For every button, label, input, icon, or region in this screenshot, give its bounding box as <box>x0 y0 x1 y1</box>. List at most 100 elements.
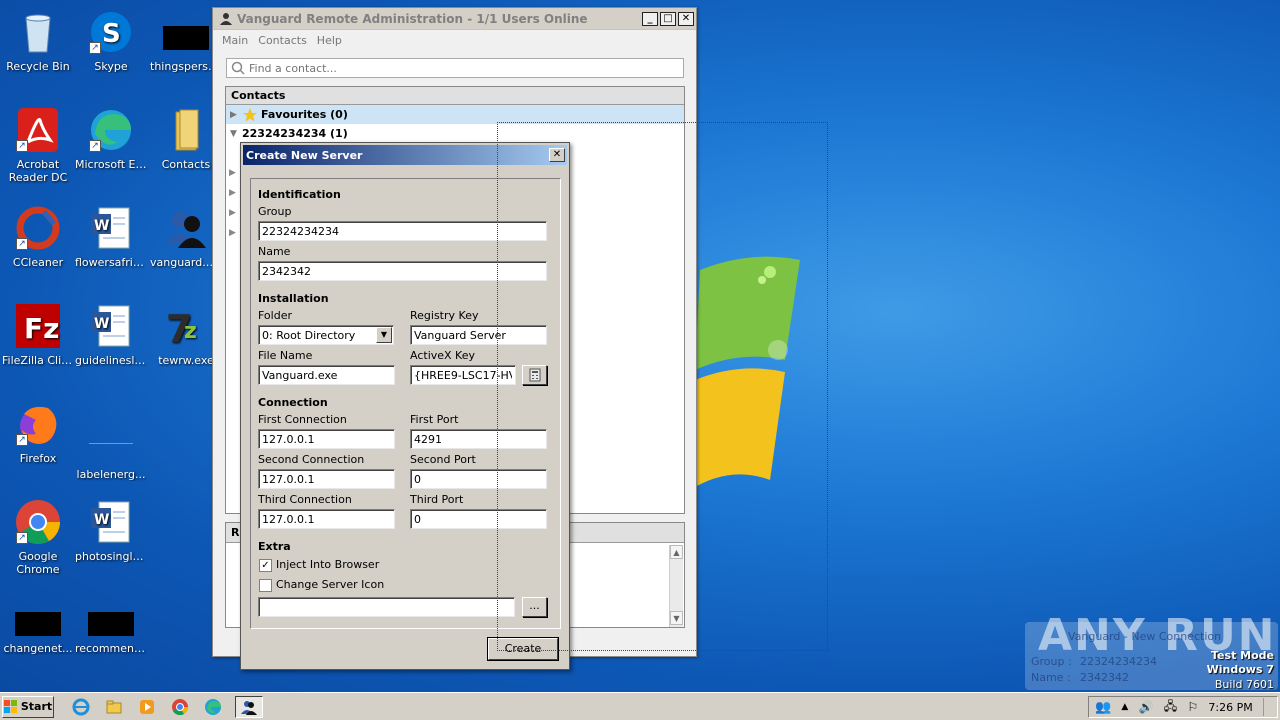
svg-text:Fz: Fz <box>24 312 59 345</box>
connection-section-title: Connection <box>258 396 328 409</box>
contact-search-box[interactable] <box>226 58 684 78</box>
black-file-icon <box>88 612 134 636</box>
os-label: Windows 7 <box>1206 663 1274 676</box>
word-doc-icon: W <box>91 305 130 347</box>
dropdown-arrow-icon[interactable]: ▼ <box>376 327 392 343</box>
desktop-icon-filezilla[interactable]: Fz FileZilla Client <box>0 302 76 367</box>
action-center-flag-icon[interactable]: ⚐ <box>1187 700 1198 714</box>
desktop-icon-label: Acrobat Reader DC <box>8 158 68 184</box>
desktop-icon-label: CCleaner <box>12 256 64 269</box>
third-connection-label: Third Connection <box>258 493 352 506</box>
watermark-name-key: Name : <box>1031 671 1071 684</box>
desktop-icon-label: guidelineslet... <box>75 354 149 367</box>
clock[interactable]: 7:26 PM <box>1208 701 1252 714</box>
start-button[interactable]: Start <box>2 695 54 718</box>
desktop-icon-label: Recycle Bin <box>6 60 70 73</box>
folder-select-value: 0: Root Directory <box>262 328 356 342</box>
activex-key-label: ActiveX Key <box>410 349 476 362</box>
desktop-icon-label: labelenerg... <box>76 468 146 481</box>
users-icon <box>220 12 232 25</box>
inject-browser-label[interactable]: Inject Into Browser <box>276 558 379 571</box>
window-drag-outline <box>497 122 828 651</box>
filezilla-icon: Fz <box>16 304 60 348</box>
desktop-icon-label: flowersafric... <box>75 256 149 269</box>
7zip-icon: 7z <box>166 307 197 351</box>
chevron-right-icon[interactable]: ▶ <box>229 228 239 248</box>
desktop-icon-edge[interactable]: ↗ Microsoft Edge <box>73 106 149 171</box>
desktop-icon-label: changenet... <box>3 642 73 655</box>
identification-section-title: Identification <box>258 188 341 201</box>
volume-icon[interactable]: 🔊 <box>1139 700 1154 714</box>
media-player-icon <box>140 699 154 714</box>
taskbar-ie[interactable] <box>70 696 92 718</box>
watermark-group-val: 22324234234 <box>1080 655 1157 668</box>
desktop-icon-skype[interactable]: S ↗ Skype <box>73 8 149 73</box>
maximize-button[interactable]: □ <box>660 11 676 26</box>
second-port-label: Second Port <box>410 453 476 466</box>
chevron-right-icon: ▶ <box>230 109 237 120</box>
inject-browser-checkbox[interactable]: ✓ <box>259 559 272 572</box>
second-connection-input[interactable] <box>259 470 394 488</box>
taskbar-edge[interactable] <box>202 696 224 718</box>
desktop-icon-recommend[interactable]: recommend... <box>73 612 149 655</box>
show-desktop-button[interactable] <box>1262 698 1271 716</box>
start-label: Start <box>20 700 53 713</box>
folder-select[interactable]: 0: Root Directory ▼ <box>258 325 394 345</box>
menu-main[interactable]: Main <box>222 34 248 47</box>
file-name-field[interactable] <box>258 365 395 385</box>
search-input[interactable] <box>249 61 669 75</box>
icon-path-input[interactable] <box>259 598 514 616</box>
folder-icon <box>175 109 199 151</box>
taskbar-media-player[interactable] <box>136 696 158 718</box>
desktop-icon-recycle-bin[interactable]: Recycle Bin <box>0 8 76 73</box>
svg-text:W: W <box>94 218 109 234</box>
close-button[interactable]: ✕ <box>678 11 694 26</box>
group-label: 22324234234 (1) <box>242 127 348 140</box>
main-window-title: Vanguard Remote Administration - 1/1 Use… <box>237 11 588 26</box>
first-connection-field[interactable] <box>258 429 395 449</box>
desktop-icon-label: Microsoft Edge <box>75 158 149 171</box>
chevron-right-icon[interactable]: ▶ <box>229 188 239 208</box>
desktop-icon-flowersafric[interactable]: W flowersafric... <box>73 204 149 269</box>
menubar: Main Contacts Help <box>213 30 696 50</box>
svg-text:W: W <box>94 512 109 528</box>
change-icon-label[interactable]: Change Server Icon <box>276 578 384 591</box>
desktop-icon-label: Google Chrome <box>16 550 60 576</box>
build-label: Build 7601 <box>1214 678 1274 691</box>
main-window-titlebar[interactable]: Vanguard Remote Administration - 1/1 Use… <box>213 8 696 30</box>
star-icon <box>243 107 257 121</box>
desktop-icon-label: Firefox <box>19 452 57 465</box>
menu-help[interactable]: Help <box>317 34 342 47</box>
icon-path-field[interactable] <box>258 597 515 617</box>
second-connection-field[interactable] <box>258 469 395 489</box>
taskbar-vanguard[interactable] <box>235 695 263 718</box>
desktop-icon-labelenerg[interactable]: labelenerg... <box>73 400 149 481</box>
word-doc-icon: W <box>91 501 130 543</box>
network-users-icon[interactable]: 👥 <box>1095 700 1111 715</box>
file-name-input[interactable] <box>259 366 394 384</box>
network-icon[interactable]: 🖧 <box>1164 697 1177 718</box>
taskbar: Start 👥 ▲ 🔊 🖧 ⚐ 7:26 PM <box>0 692 1280 720</box>
tray-expand-icon[interactable]: ▲ <box>1121 702 1128 712</box>
desktop-icon-chrome[interactable]: ↗ Google Chrome <box>0 498 76 576</box>
desktop-icon-label: photosingle.rtf <box>75 550 149 563</box>
desktop-icon-ccleaner[interactable]: ↗ CCleaner <box>0 204 76 269</box>
taskbar-chrome[interactable] <box>169 696 191 718</box>
menu-contacts[interactable]: Contacts <box>258 34 307 47</box>
svg-text:W: W <box>94 316 109 332</box>
third-connection-field[interactable] <box>258 509 395 529</box>
desktop-icon-acrobat[interactable]: ↗ Acrobat Reader DC <box>0 106 76 184</box>
search-icon <box>231 61 245 75</box>
file-name-label: File Name <box>258 349 313 362</box>
chevron-right-icon[interactable]: ▶ <box>229 168 239 188</box>
chevron-right-icon[interactable]: ▶ <box>229 208 239 228</box>
desktop-icon-changenet[interactable]: changenet... <box>0 612 76 655</box>
desktop-icon-photosingle[interactable]: W photosingle.rtf <box>73 498 149 563</box>
desktop-icon-firefox[interactable]: ↗ Firefox <box>0 400 76 465</box>
desktop-icon-guidelineslet[interactable]: W guidelineslet... <box>73 302 149 367</box>
change-icon-checkbox[interactable] <box>259 579 272 592</box>
taskbar-explorer[interactable] <box>103 696 125 718</box>
minimize-button[interactable]: _ <box>642 11 658 26</box>
third-connection-input[interactable] <box>259 510 394 528</box>
first-connection-input[interactable] <box>259 430 394 448</box>
